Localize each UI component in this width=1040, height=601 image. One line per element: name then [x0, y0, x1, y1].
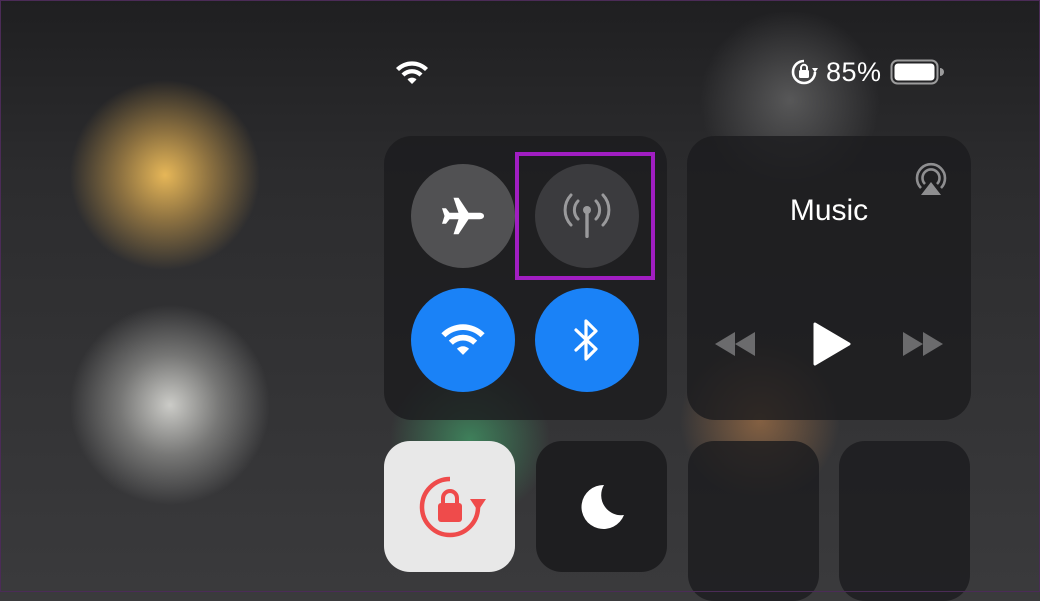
- rotation-lock-icon: [419, 476, 486, 537]
- rotation-lock-icon: [791, 59, 818, 85]
- bluetooth-icon: [574, 319, 598, 361]
- fast-forward-icon[interactable]: [899, 324, 945, 364]
- battery-percentage: 85%: [826, 56, 882, 87]
- status-bar-right: 85%: [790, 54, 944, 90]
- cellular-data-highlight: [515, 152, 655, 280]
- play-icon[interactable]: [809, 320, 853, 368]
- volume-slider[interactable]: [839, 441, 970, 601]
- music-title: Music: [789, 194, 869, 227]
- wifi-icon: [441, 324, 485, 355]
- brightness-slider[interactable]: [688, 441, 819, 601]
- wifi-toggle[interactable]: [411, 288, 515, 392]
- rewind-icon[interactable]: [713, 324, 759, 364]
- wifi-icon: [396, 61, 428, 84]
- do-not-disturb-toggle[interactable]: [536, 441, 667, 572]
- moon-icon: [581, 484, 624, 529]
- rotation-lock-toggle[interactable]: [384, 441, 515, 572]
- bluetooth-toggle[interactable]: [535, 288, 639, 392]
- airplay-icon[interactable]: [911, 158, 951, 198]
- airplane-mode-toggle[interactable]: [411, 164, 515, 268]
- airplane-icon: [442, 197, 484, 235]
- battery-icon: [890, 59, 944, 85]
- music-panel[interactable]: Music: [687, 136, 971, 420]
